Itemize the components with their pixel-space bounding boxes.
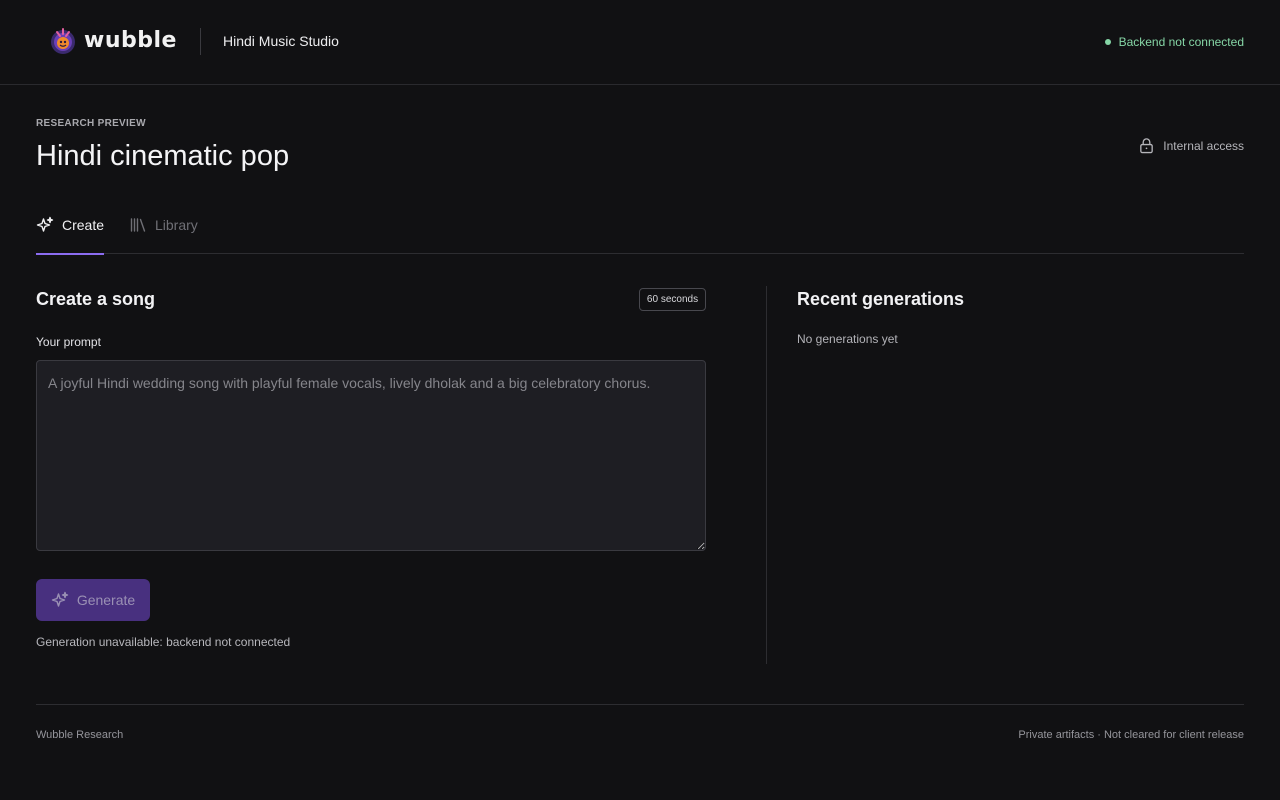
- column-divider: [766, 286, 767, 664]
- access-indicator: Internal access: [1138, 137, 1244, 154]
- create-heading: Create a song: [36, 289, 156, 309]
- tab-create-label: Create: [62, 217, 105, 233]
- tab-library-label: Library: [155, 217, 198, 233]
- recent-empty-state: No generations yet: [797, 332, 898, 346]
- sparkle-icon: [36, 216, 54, 232]
- tab-library[interactable]: Library: [129, 205, 198, 254]
- sparkle-icon: [51, 591, 69, 607]
- prompt-input[interactable]: [36, 360, 706, 551]
- library-icon: [130, 218, 146, 232]
- prompt-label: Your prompt: [36, 335, 101, 349]
- footer-divider: [36, 704, 1244, 705]
- backend-status-label: Backend not connected: [1118, 35, 1244, 49]
- studio-title: Hindi Music Studio: [223, 33, 339, 49]
- wubble-logo[interactable]: wubble: [48, 26, 177, 56]
- recent-heading: Recent generations: [797, 289, 965, 309]
- tab-create[interactable]: Create: [36, 205, 105, 255]
- lock-icon: [1140, 138, 1154, 154]
- tab-bar: Create Library: [36, 205, 1244, 255]
- page-title: Hindi cinematic pop: [36, 140, 290, 172]
- access-label: Internal access: [1163, 138, 1244, 153]
- backend-status: Backend not connected: [1104, 35, 1244, 49]
- duration-badge: 60 seconds: [639, 288, 706, 311]
- wubble-logo-icon: [51, 28, 75, 54]
- generate-button[interactable]: Generate: [36, 579, 150, 621]
- footer-notice: Private artifacts · Not cleared for clie…: [1018, 729, 1244, 741]
- header-divider: [200, 28, 201, 55]
- footer-org: Wubble Research: [36, 729, 124, 741]
- logo-wordmark: wubble: [84, 28, 177, 53]
- page-eyebrow: RESEARCH PREVIEW: [36, 118, 146, 129]
- generation-unavailable-message: Generation unavailable: backend not conn…: [36, 635, 291, 649]
- generate-button-label: Generate: [76, 592, 136, 608]
- top-bar: wubble Hindi Music Studio Backend not co…: [0, 0, 1280, 85]
- status-dot-icon: [1104, 39, 1111, 45]
